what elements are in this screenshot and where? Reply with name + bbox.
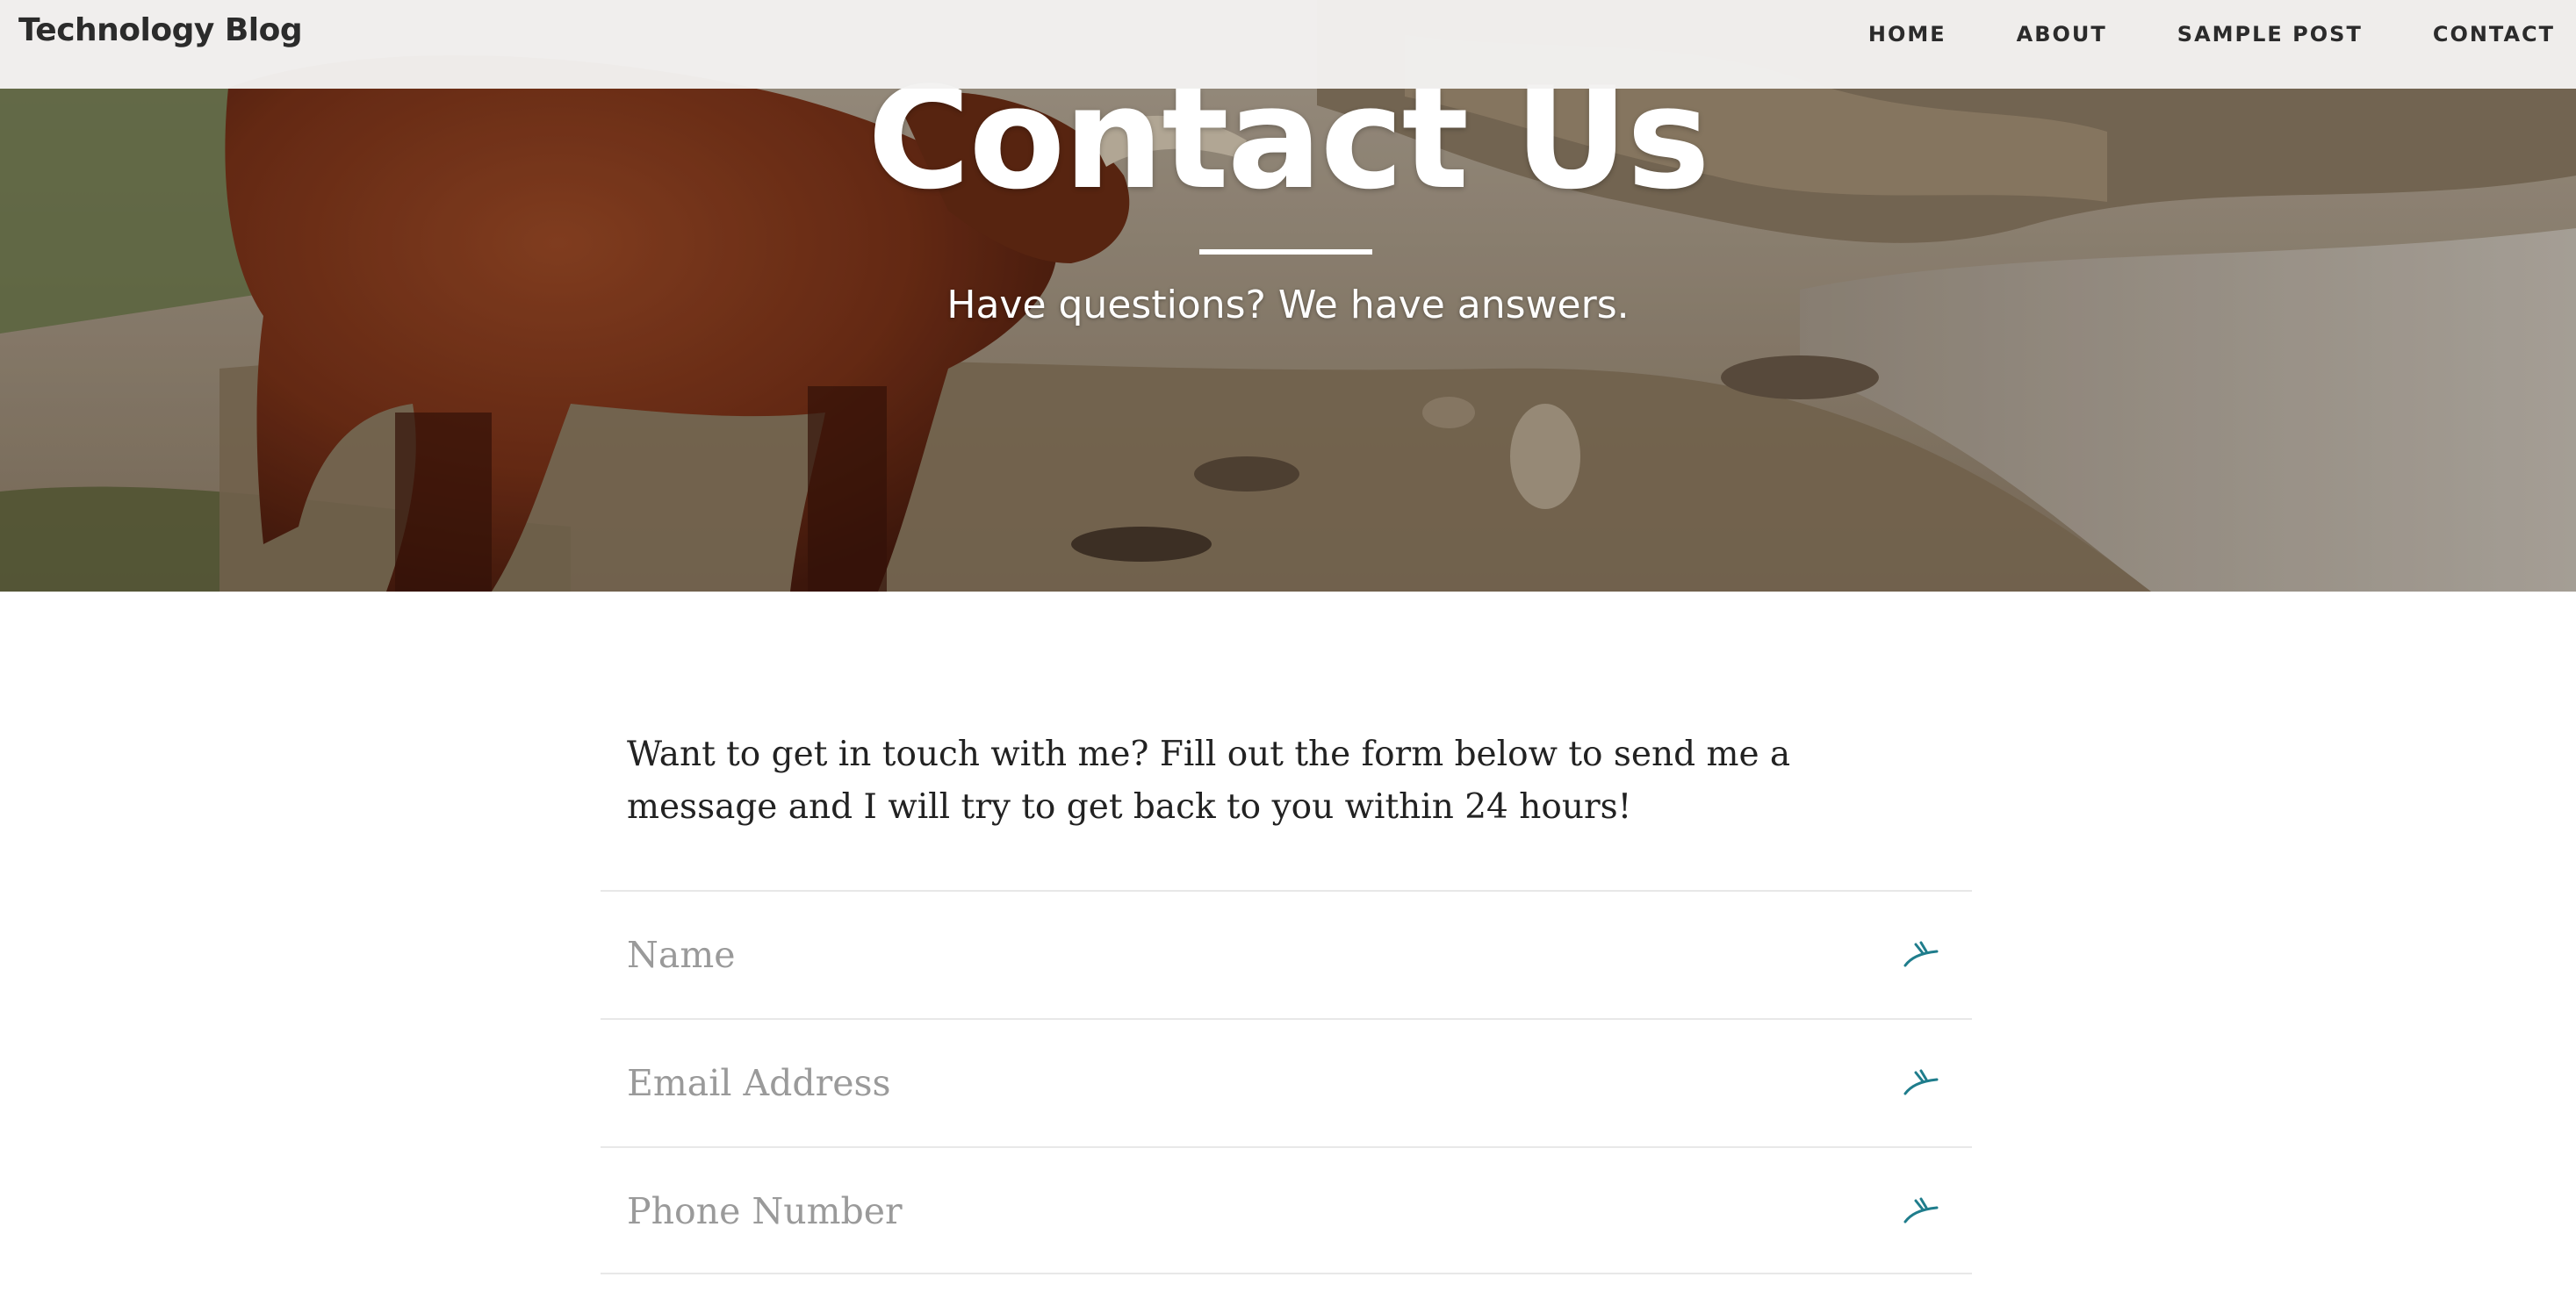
intro-paragraph: Want to get in touch with me? Fill out t… — [627, 735, 1791, 827]
nav-link-home[interactable]: HOME — [1868, 22, 1946, 47]
nav-link-about[interactable]: ABOUT — [2017, 22, 2107, 47]
email-field-group — [601, 1018, 1972, 1146]
nav-link-contact[interactable]: CONTACT — [2433, 22, 2555, 47]
form-autofill-icon[interactable] — [1902, 939, 1940, 969]
page-subtitle: Have questions? We have answers. — [946, 283, 1630, 327]
form-autofill-icon[interactable] — [1902, 1067, 1940, 1097]
phone-field-group — [601, 1146, 1972, 1274]
title-divider — [1199, 249, 1372, 255]
site-brand-link[interactable]: Technology Blog — [18, 12, 303, 48]
name-field-group — [601, 890, 1972, 1018]
name-input[interactable] — [627, 892, 1874, 1018]
email-input[interactable] — [627, 1020, 1874, 1146]
hero-header: Contact Us Have questions? We have answe… — [0, 0, 2576, 592]
contact-content: Want to get in touch with me? Fill out t… — [601, 728, 1972, 1274]
contact-form — [601, 890, 1972, 1274]
page-title: Contact Us — [867, 56, 1710, 220]
main-nav: HOME ABOUT SAMPLE POST CONTACT — [1868, 0, 2576, 68]
top-navbar: Technology Blog HOME ABOUT SAMPLE POST C… — [0, 0, 2576, 89]
form-autofill-icon[interactable] — [1902, 1195, 1940, 1225]
phone-input[interactable] — [627, 1148, 1874, 1274]
nav-link-sample-post[interactable]: SAMPLE POST — [2177, 22, 2363, 47]
